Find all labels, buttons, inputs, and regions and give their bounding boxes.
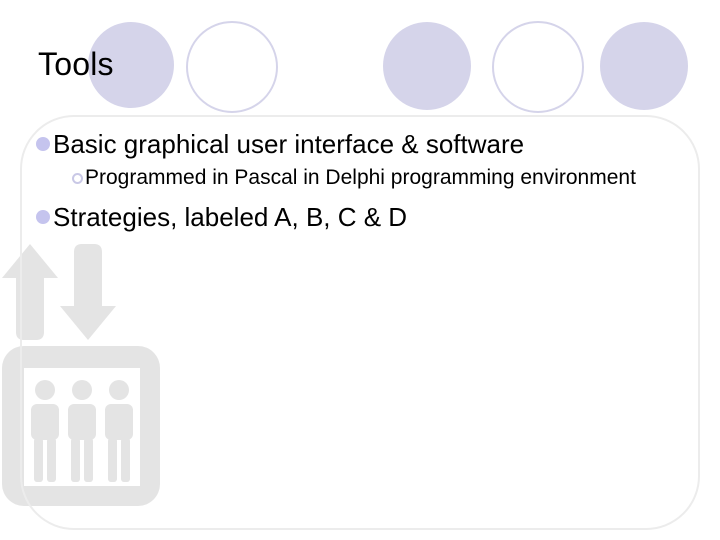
slide-canvas: Tools Basic graphical user interface & s… <box>0 0 720 540</box>
decor-circle-2-hollow <box>186 21 278 113</box>
list-item: Basic graphical user interface & softwar… <box>36 128 696 161</box>
decor-circle-5-filled <box>600 22 688 110</box>
decor-circle-3-filled <box>383 22 471 110</box>
list-item-label: Strategies, labeled A, B, C & D <box>53 202 408 232</box>
page-title: Tools <box>38 46 114 82</box>
list-item: Strategies, labeled A, B, C & D <box>36 201 696 234</box>
hollow-circle-bullet-icon <box>72 173 83 184</box>
list-item-label: Programmed in Pascal in Delphi programmi… <box>85 166 636 189</box>
bullet-list: Basic graphical user interface & softwar… <box>36 128 696 236</box>
decor-circle-4-hollow <box>492 21 584 113</box>
filled-disc-bullet-icon <box>36 137 50 151</box>
list-item: Programmed in Pascal in Delphi programmi… <box>36 164 696 192</box>
filled-disc-bullet-icon <box>36 210 50 224</box>
list-item-label: Basic graphical user interface & softwar… <box>53 129 525 159</box>
